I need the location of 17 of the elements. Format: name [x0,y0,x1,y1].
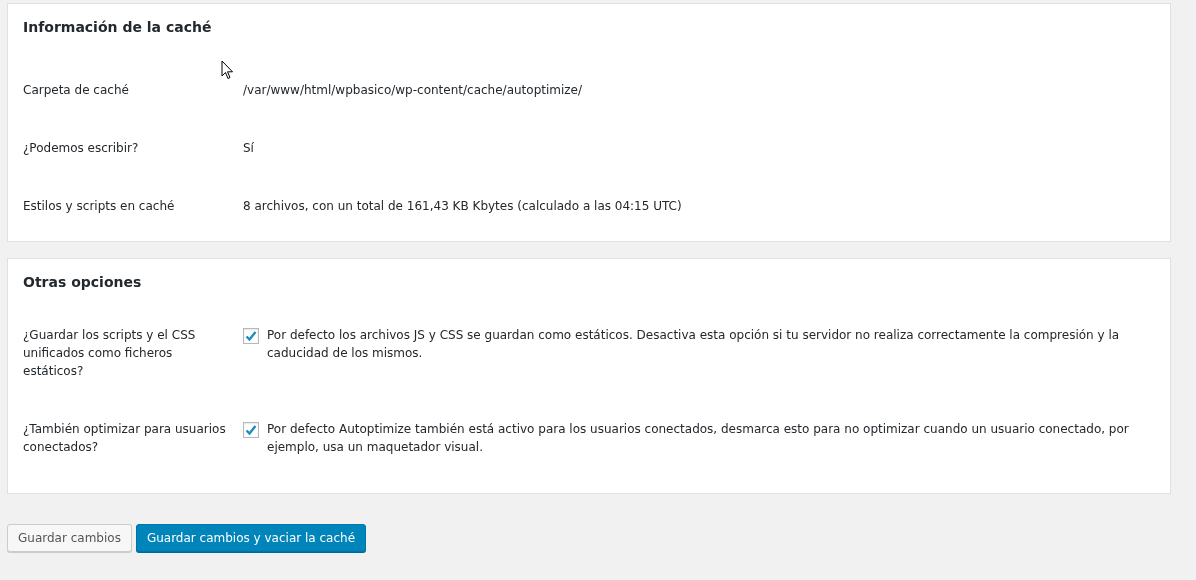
option-label: ¿Guardar los scripts y el CSS unificados como ficheros estáticos? [23,326,197,380]
checkbox[interactable] [243,327,259,344]
section-title: Información de la caché [23,18,213,36]
checkbox[interactable] [243,421,259,438]
save-button[interactable]: Guardar cambios [7,524,132,552]
option-description: Por defecto Autoptimize también está activo para los usuarios conectados, desmarca esto para no optimizar cuando un usuario conectado, por ejemplo, usa un maquetador visual. [267,420,1130,456]
option-description: Por defecto los archivos JS y CSS se guardan como estáticos. Desactiva esta opción si tu servidor no realiza correctamente la compresión y la caducidad de los mismos. [267,326,1121,362]
save-and-clear-button[interactable]: Guardar cambios y vaciar la caché [135,524,367,552]
field-value: /var/www/html/wpbasico/wp-content/cache/autoptimize/ [243,81,583,99]
cursor-icon [221,60,234,80]
field-label: ¿Podemos escribir? [23,139,140,157]
field-value: 8 archivos, con un total de 161,43 KB Kbytes (calculado a las 04:15 UTC) [243,197,682,215]
field-label: Estilos y scripts en caché [23,197,176,215]
option-label: ¿También optimizar para usuarios conectados? [23,420,227,456]
section-title: Otras opciones [23,273,143,291]
field-value: Sí [243,139,254,157]
field-label: Carpeta de caché [23,81,130,99]
